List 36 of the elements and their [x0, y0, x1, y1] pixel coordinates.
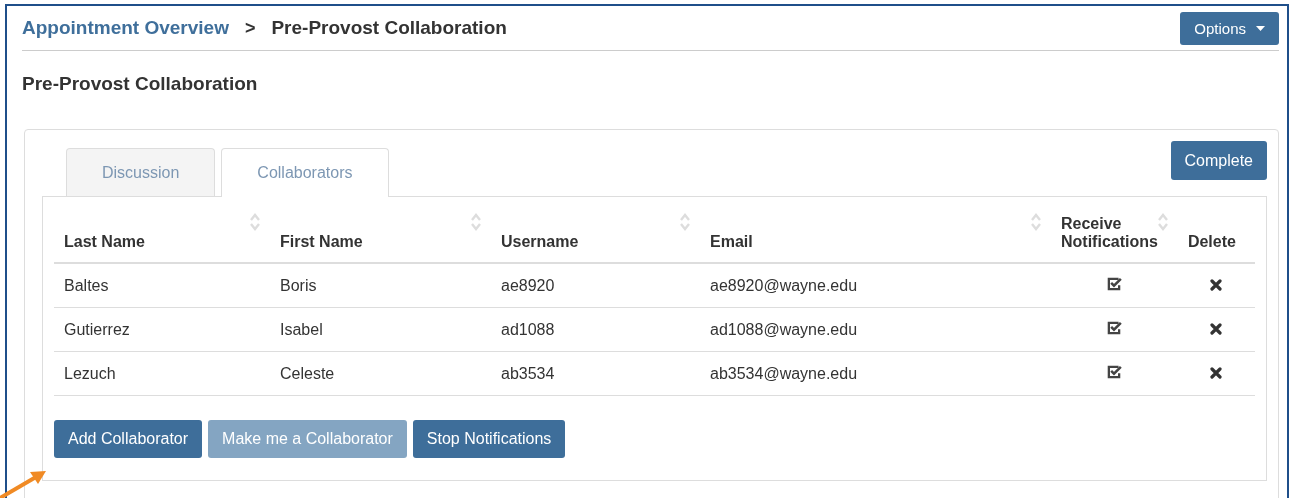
- column-header: Last Name: [64, 233, 145, 251]
- checkbox-checked-icon[interactable]: [1106, 363, 1123, 380]
- table-cell: Isabel: [280, 320, 323, 338]
- table-cell: ae8920@wayne.edu: [710, 276, 858, 294]
- table-cell: Lezuch: [64, 364, 116, 382]
- tab[interactable]: Discussion: [66, 148, 216, 196]
- column-header: Username: [501, 233, 579, 251]
- breadcrumb-current: Pre-Provost Collaboration: [271, 17, 507, 39]
- action-button[interactable]: Stop Notifications: [412, 420, 566, 458]
- table-cell: Boris: [280, 276, 317, 294]
- delete-icon[interactable]: [1210, 366, 1223, 379]
- column-header: First Name: [280, 233, 363, 251]
- caret-icon[interactable]: [1256, 25, 1265, 31]
- breadcrumb-separator: >: [244, 17, 256, 39]
- tab[interactable]: Collaborators: [221, 148, 389, 197]
- table-cell: Gutierrez: [64, 320, 130, 338]
- options-button[interactable]: Options: [1180, 11, 1279, 45]
- delete-icon[interactable]: [1210, 278, 1223, 291]
- table-cell: Baltes: [64, 276, 109, 294]
- table-cell: ab3534@wayne.edu: [710, 364, 858, 382]
- breadcrumb-link[interactable]: Appointment Overview: [22, 17, 229, 39]
- table-cell: Celeste: [280, 364, 335, 382]
- complete-button[interactable]: Complete: [1170, 141, 1267, 180]
- action-button[interactable]: Add Collaborator: [54, 420, 203, 458]
- checkbox-checked-icon[interactable]: [1106, 319, 1123, 336]
- page-title: Pre-Provost Collaboration: [22, 72, 259, 96]
- arrow-icon: [0, 468, 48, 498]
- table-cell: ad1088@wayne.edu: [710, 320, 858, 338]
- column-header: Email: [710, 233, 753, 251]
- delete-icon[interactable]: [1210, 322, 1223, 335]
- column-header: Delete: [1187, 233, 1236, 251]
- table-cell: ae8920: [501, 276, 555, 294]
- table-cell: ad1088: [501, 320, 555, 338]
- column-header: Receive Notifications: [1061, 215, 1158, 251]
- table-cell: ab3534: [501, 364, 555, 382]
- checkbox-checked-icon[interactable]: [1106, 275, 1123, 292]
